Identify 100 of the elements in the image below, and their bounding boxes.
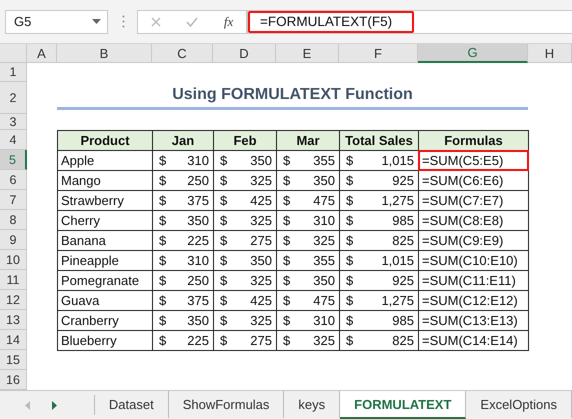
amount-text: 225 bbox=[187, 233, 209, 248]
row-header[interactable]: 11 bbox=[0, 270, 27, 290]
name-box[interactable]: G5 bbox=[5, 10, 108, 34]
row-header[interactable]: 16 bbox=[0, 370, 27, 390]
currency-symbol: $ bbox=[220, 193, 228, 208]
row-header[interactable]: 8 bbox=[0, 210, 27, 230]
currency-symbol: $ bbox=[220, 293, 228, 308]
row-header[interactable]: 10 bbox=[0, 250, 27, 270]
currency-symbol: $ bbox=[283, 253, 290, 268]
row-header[interactable]: 5 bbox=[0, 150, 27, 170]
currency-symbol: $ bbox=[220, 213, 228, 228]
next-sheet-icon[interactable] bbox=[52, 400, 57, 410]
currency-symbol: $ bbox=[346, 173, 354, 188]
currency-symbol: $ bbox=[346, 233, 354, 248]
row-header[interactable]: 7 bbox=[0, 190, 27, 210]
column-header[interactable]: B bbox=[57, 44, 152, 63]
amount-text: 425 bbox=[250, 193, 272, 208]
amount-text: 250 bbox=[187, 273, 209, 288]
currency-symbol: $ bbox=[159, 333, 166, 348]
amount-text: 475 bbox=[313, 293, 335, 308]
column-header[interactable]: E bbox=[276, 44, 339, 63]
row-header[interactable]: 14 bbox=[0, 330, 27, 350]
amount-text: 425 bbox=[250, 293, 272, 308]
sheet-tab[interactable]: ShowFormulas bbox=[168, 391, 284, 419]
currency-symbol: $ bbox=[346, 253, 354, 268]
currency-symbol: $ bbox=[283, 173, 290, 188]
currency-symbol: $ bbox=[283, 333, 290, 348]
column-header[interactable]: G bbox=[418, 44, 528, 63]
row-header[interactable]: 2 bbox=[0, 82, 27, 114]
row-header[interactable]: 15 bbox=[0, 350, 27, 370]
currency-symbol: $ bbox=[283, 153, 290, 168]
column-header[interactable]: C bbox=[152, 44, 213, 63]
formula-field[interactable]: =FORMULATEXT(F5) bbox=[247, 10, 572, 34]
amount-text: 310 bbox=[313, 313, 335, 328]
amount-text: 350 bbox=[187, 213, 209, 228]
currency-symbol: $ bbox=[346, 293, 354, 308]
sheet-tab[interactable]: FORMULATEXT bbox=[340, 391, 466, 419]
highlighted-cell: =SUM(C5:E5) bbox=[418, 150, 529, 171]
currency-symbol: $ bbox=[283, 313, 290, 328]
currency-symbol: $ bbox=[220, 273, 228, 288]
currency-symbol: $ bbox=[159, 293, 166, 308]
row-header[interactable]: 1 bbox=[0, 63, 27, 82]
column-heading: Jan bbox=[152, 130, 214, 151]
row-header[interactable]: 6 bbox=[0, 170, 27, 190]
table-cell: =SUM(C14:E14) bbox=[418, 330, 529, 351]
amount-text: 310 bbox=[313, 213, 335, 228]
currency-symbol: $ bbox=[159, 193, 166, 208]
currency-symbol: $ bbox=[283, 233, 290, 248]
row-header[interactable]: 12 bbox=[0, 290, 27, 310]
row-header[interactable]: 4 bbox=[0, 130, 27, 150]
column-header[interactable]: F bbox=[339, 44, 418, 63]
currency-symbol: $ bbox=[346, 273, 354, 288]
amount-text: 825 bbox=[392, 233, 414, 248]
drag-handle-icon[interactable] bbox=[122, 15, 125, 28]
amount-text: 985 bbox=[392, 313, 414, 328]
insert-function-button[interactable]: fx bbox=[224, 14, 234, 30]
amount-text: 355 bbox=[313, 253, 335, 268]
sheet-tab[interactable]: Dataset bbox=[94, 391, 169, 419]
currency-symbol: $ bbox=[159, 213, 166, 228]
amount-text: 310 bbox=[187, 153, 209, 168]
amount-text: 350 bbox=[313, 173, 335, 188]
column-heading: Formulas bbox=[418, 130, 529, 151]
currency-symbol: $ bbox=[220, 173, 228, 188]
row-header[interactable]: 3 bbox=[0, 114, 27, 130]
amount-text: 325 bbox=[313, 233, 335, 248]
amount-text: 375 bbox=[187, 193, 209, 208]
row-header[interactable]: 13 bbox=[0, 310, 27, 330]
currency-symbol: $ bbox=[220, 313, 228, 328]
currency-symbol: $ bbox=[346, 213, 354, 228]
amount-text: 925 bbox=[392, 273, 414, 288]
currency-symbol: $ bbox=[283, 193, 290, 208]
previous-sheet-icon[interactable] bbox=[25, 400, 30, 410]
sheet-title: Using FORMULATEXT Function bbox=[57, 82, 528, 110]
currency-symbol: $ bbox=[159, 273, 166, 288]
currency-symbol: $ bbox=[159, 253, 166, 268]
checkmark-icon[interactable] bbox=[186, 16, 198, 26]
select-all-corner[interactable] bbox=[0, 44, 27, 63]
amount-text: 1,015 bbox=[381, 253, 414, 268]
amount-text: 325 bbox=[250, 313, 272, 328]
amount-text: 925 bbox=[392, 173, 414, 188]
cell-reference: G5 bbox=[14, 14, 32, 29]
currency-symbol: $ bbox=[283, 293, 290, 308]
amount-text: 1,015 bbox=[381, 153, 414, 168]
amount-text: 475 bbox=[313, 193, 335, 208]
currency-symbol: $ bbox=[159, 313, 166, 328]
row-header[interactable]: 9 bbox=[0, 230, 27, 250]
amount-text: 825 bbox=[392, 333, 414, 348]
amount-text: 1,275 bbox=[381, 293, 414, 308]
column-header[interactable]: H bbox=[528, 44, 572, 63]
cancel-icon[interactable] bbox=[150, 16, 161, 26]
currency-symbol: $ bbox=[346, 313, 354, 328]
currency-symbol: $ bbox=[159, 153, 166, 168]
currency-symbol: $ bbox=[220, 333, 228, 348]
currency-symbol: $ bbox=[346, 333, 354, 348]
column-heading: Product bbox=[57, 130, 153, 151]
amount-text: 250 bbox=[187, 173, 209, 188]
amount-text: 325 bbox=[250, 213, 272, 228]
column-header[interactable]: D bbox=[213, 44, 276, 63]
column-header[interactable]: A bbox=[27, 44, 57, 63]
sheet-tab[interactable]: ExcelOptions bbox=[466, 391, 572, 419]
